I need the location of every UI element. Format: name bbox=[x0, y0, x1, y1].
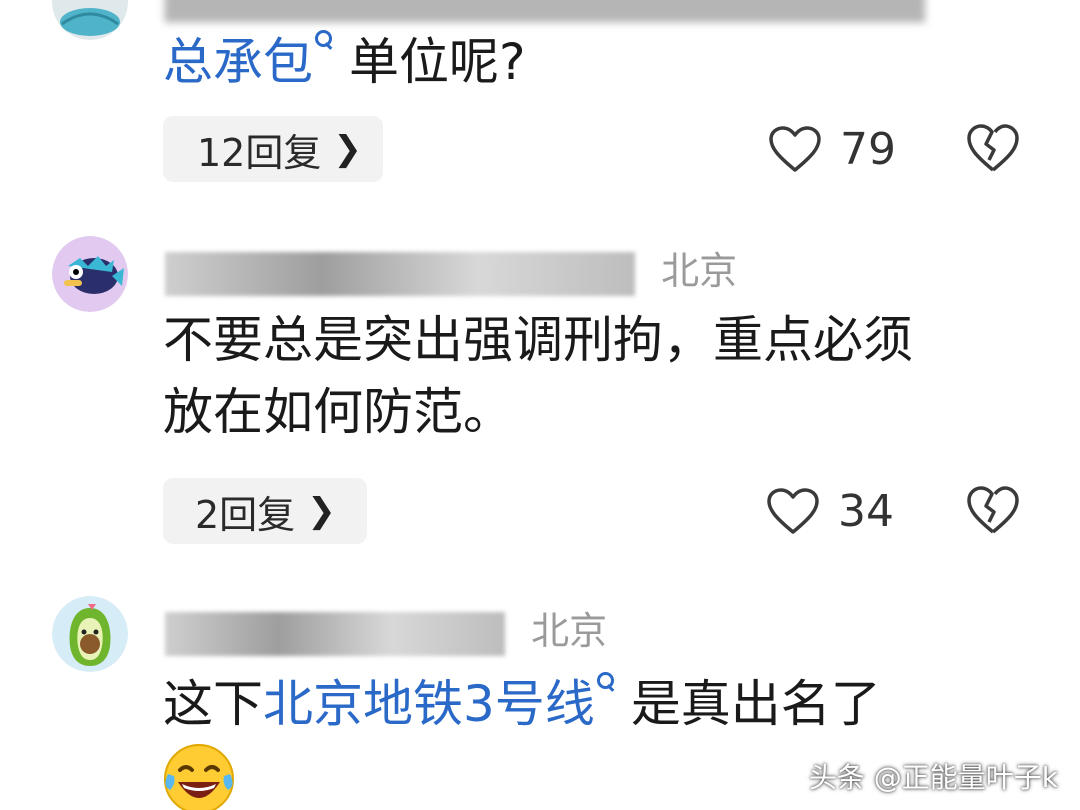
replies-label: 2回复 bbox=[195, 492, 296, 537]
replies-button[interactable]: 2回复 ❯ bbox=[163, 478, 367, 544]
comment-line-2: 放在如何防范。 bbox=[163, 383, 513, 441]
search-mark-icon bbox=[313, 26, 333, 66]
comment-text-1: 总承包 单位呢? bbox=[163, 26, 526, 98]
chevron-right-icon: ❯ bbox=[333, 129, 362, 169]
chevron-right-icon: ❯ bbox=[307, 491, 336, 531]
username-redacted bbox=[165, 251, 635, 296]
heart-outline-icon bbox=[767, 487, 819, 534]
search-link[interactable]: 总承包 bbox=[163, 33, 313, 91]
like-button[interactable]: 34 bbox=[766, 486, 894, 537]
search-link[interactable]: 北京地铁3号线 bbox=[263, 675, 595, 733]
replies-button[interactable]: 12回复 ❯ bbox=[163, 116, 383, 182]
comment-meta-3: 北京 bbox=[165, 600, 607, 656]
like-count: 34 bbox=[838, 486, 894, 537]
broken-heart-icon[interactable] bbox=[966, 124, 1020, 174]
comment-line-1: 不要总是突出强调刑拘，重点必须 bbox=[163, 311, 913, 369]
broken-heart-icon[interactable] bbox=[966, 486, 1020, 536]
comment-text-3: 这下北京地铁3号线 是真出名了 bbox=[163, 668, 881, 740]
username-redacted: ██████████████████████████ bbox=[165, 0, 925, 22]
location: 北京 bbox=[531, 609, 608, 653]
like-button[interactable]: 79 bbox=[768, 124, 896, 175]
comment-text-2: 不要总是突出强调刑拘，重点必须 放在如何防范。 bbox=[163, 304, 913, 448]
watermark: 头条 @正能量叶子k bbox=[808, 761, 1058, 794]
username-redacted bbox=[165, 611, 505, 656]
comment-meta-2: 北京 bbox=[165, 240, 737, 296]
replies-label: 12回复 bbox=[197, 130, 322, 175]
location: 北京 bbox=[661, 249, 738, 293]
like-count: 79 bbox=[840, 124, 896, 175]
avatar[interactable] bbox=[52, 0, 128, 40]
heart-outline-icon bbox=[769, 125, 821, 172]
avatar[interactable] bbox=[52, 596, 128, 672]
search-mark-icon bbox=[595, 668, 615, 708]
comment-meta-1: ██████████████████████████ bbox=[165, 0, 925, 22]
laughing-tears-emoji bbox=[164, 744, 234, 810]
avatar[interactable] bbox=[52, 236, 128, 312]
